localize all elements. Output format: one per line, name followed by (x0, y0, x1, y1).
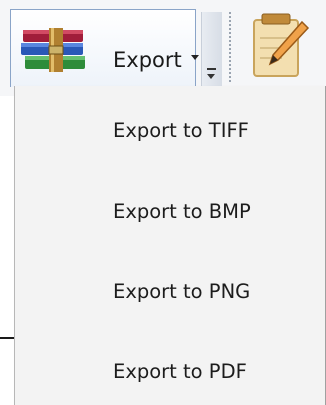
export-button-label: Export (113, 48, 182, 72)
toolbar-overflow-button[interactable] (201, 12, 222, 90)
menu-item-label: Export to TIFF (113, 119, 249, 142)
menu-item-label: Export to PDF (113, 360, 247, 383)
menu-item-export-bmp[interactable]: Export to BMP (15, 182, 325, 242)
winrar-archive-icon (21, 28, 85, 72)
toolbar: Export (0, 0, 326, 96)
chevron-down-icon (207, 74, 215, 79)
overflow-bar-icon (207, 68, 216, 70)
export-dropdown-menu: Export to TIFF Export to BMP Export to P… (14, 86, 326, 405)
chevron-down-icon (191, 55, 199, 60)
notepad-pencil-icon[interactable] (248, 12, 310, 82)
menu-item-label: Export to BMP (113, 200, 251, 223)
menu-item-export-png[interactable]: Export to PNG (15, 262, 325, 322)
background-divider (0, 337, 14, 339)
menu-item-export-tiff[interactable]: Export to TIFF (15, 101, 325, 161)
menu-item-export-pdf[interactable]: Export to PDF (15, 342, 325, 402)
export-button[interactable]: Export (10, 9, 199, 87)
toolbar-separator (229, 12, 231, 82)
menu-item-label: Export to PNG (113, 280, 251, 303)
